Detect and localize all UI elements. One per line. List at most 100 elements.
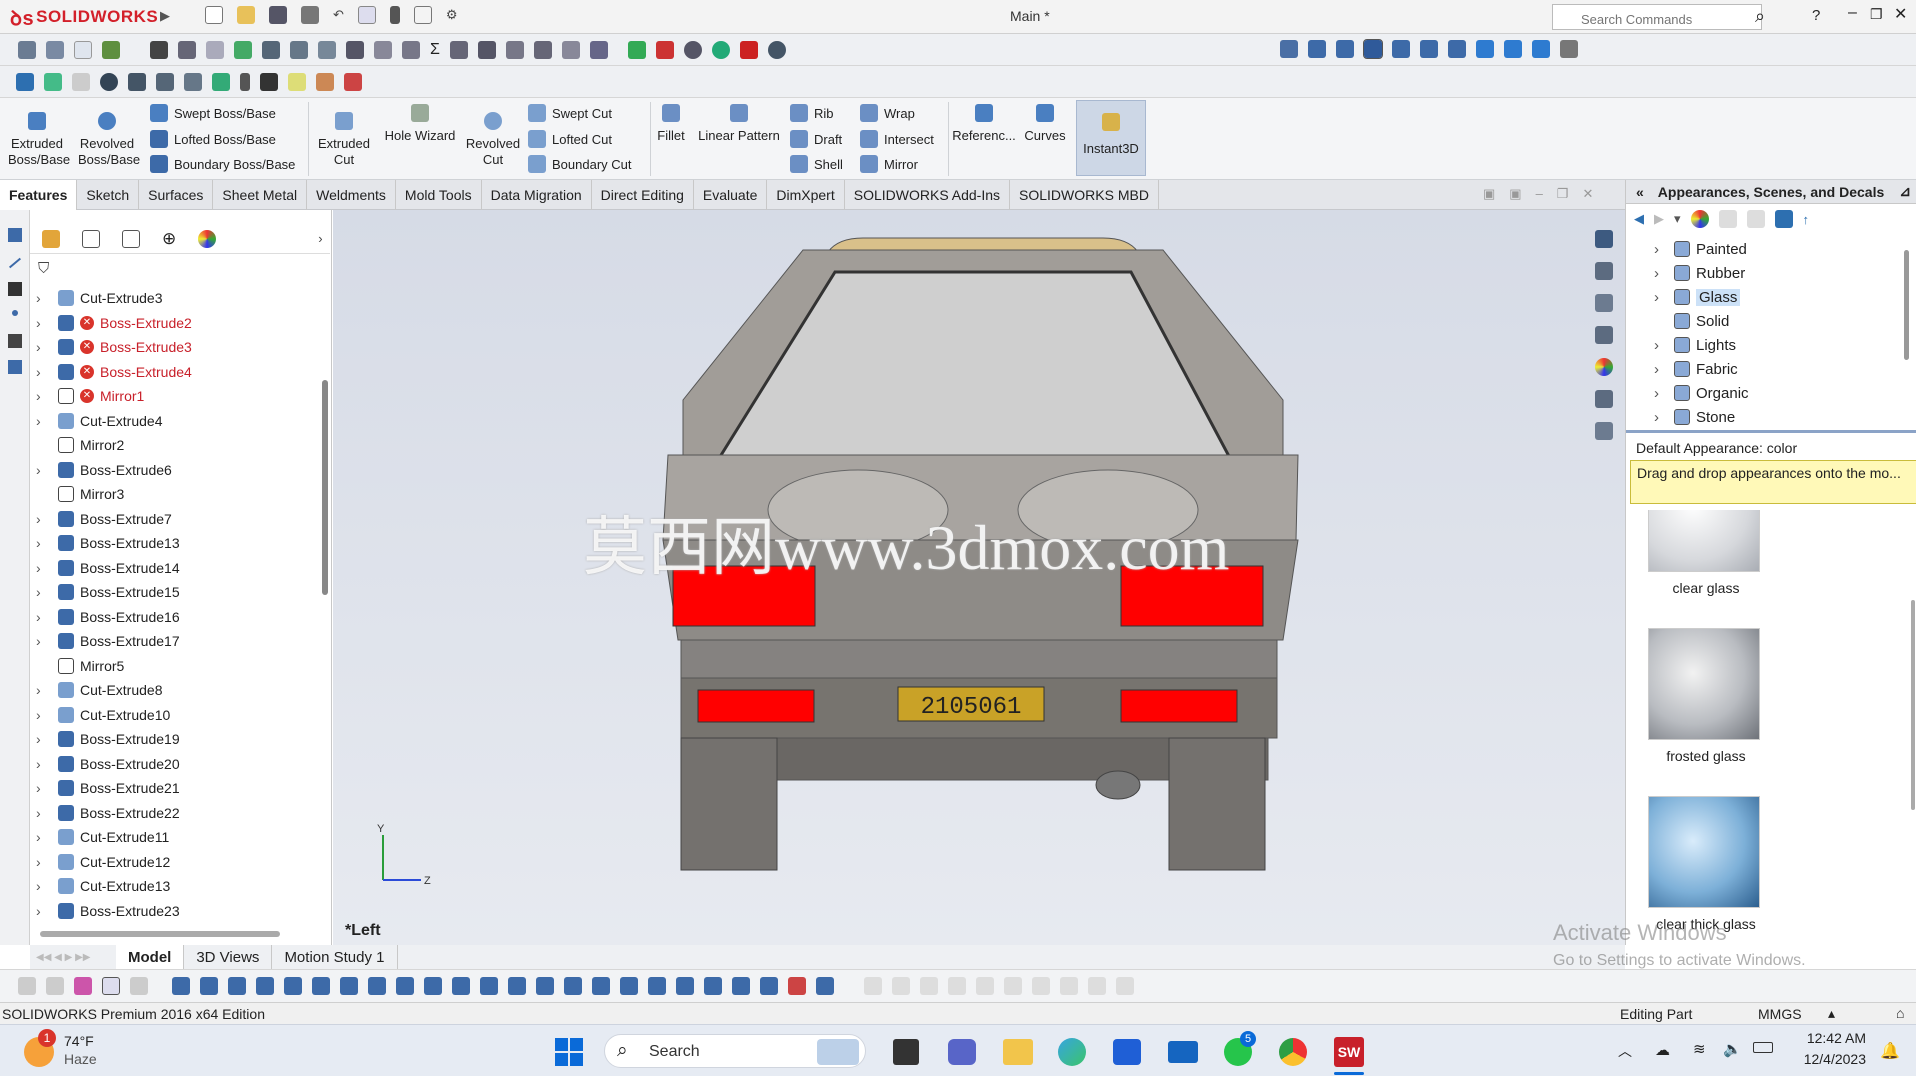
display-style-icon[interactable]: [184, 72, 202, 91]
tree-item[interactable]: Mirror2: [30, 433, 124, 457]
expand-chevron-icon[interactable]: ›: [36, 756, 50, 772]
previous-view-icon[interactable]: [72, 72, 90, 91]
construction-tool-icon[interactable]: [816, 977, 834, 995]
fillet-button[interactable]: Fillet: [654, 104, 688, 144]
tab-direct-editing[interactable]: Direct Editing: [592, 179, 694, 210]
appearance-palette-icon[interactable]: [1690, 210, 1709, 228]
hide-show-icon[interactable]: [212, 72, 230, 91]
circle-tool-icon[interactable]: [256, 977, 274, 995]
appearance-folder[interactable]: › Lights: [1626, 334, 1886, 356]
isometric-view-icon[interactable]: [1476, 40, 1494, 58]
chrome-icon[interactable]: [1279, 1038, 1307, 1066]
back-icon[interactable]: ◀: [1634, 211, 1644, 227]
select-tool-icon[interactable]: [74, 40, 92, 59]
menu-arrow-icon[interactable]: ▶: [160, 8, 170, 24]
top-view-icon[interactable]: [1420, 40, 1438, 58]
expand-chevron-icon[interactable]: ›: [36, 829, 50, 845]
filter-icon[interactable]: ⛉: [38, 260, 49, 277]
swept-boss-button[interactable]: Swept Boss/Base: [150, 104, 276, 122]
appearance-folder[interactable]: Solid: [1626, 310, 1886, 332]
curves-button[interactable]: Curves: [1020, 104, 1070, 144]
interference-icon[interactable]: [346, 40, 364, 59]
expand-chevron-icon[interactable]: ›: [36, 633, 50, 649]
tab-features[interactable]: Features: [0, 179, 78, 210]
spline-tool-icon[interactable]: [312, 977, 330, 995]
mass-icon[interactable]: [290, 40, 308, 59]
undo-icon[interactable]: ↶: [333, 7, 344, 23]
verify-icon[interactable]: [711, 40, 730, 59]
mirror-button[interactable]: Mirror: [860, 155, 918, 173]
section-icon[interactable]: [318, 40, 336, 59]
tab-solidworks-mbd[interactable]: SOLIDWORKS MBD: [1010, 179, 1159, 210]
apply-scene-icon[interactable]: [260, 72, 278, 91]
linear-pattern-button[interactable]: Linear Pattern: [692, 104, 786, 144]
triad-icon[interactable]: [8, 282, 22, 296]
folder-chevron-icon[interactable]: ›: [1654, 385, 1668, 402]
tree-item[interactable]: Mirror3: [30, 482, 124, 506]
folder-chevron-icon[interactable]: ›: [1654, 289, 1668, 306]
draft-button[interactable]: Draft: [790, 130, 842, 148]
rotate-tool-icon[interactable]: [564, 977, 582, 995]
move-icon[interactable]: [8, 334, 22, 348]
revolved-boss-button[interactable]: Revolved Boss/Base: [78, 112, 140, 168]
tree-item[interactable]: › Cut-Extrude13: [30, 874, 170, 898]
solidworks-logo[interactable]: ꝺs SOLIDWORKS: [10, 4, 158, 30]
battery-icon[interactable]: [1753, 1042, 1773, 1053]
folder-chevron-icon[interactable]: ›: [1654, 241, 1668, 258]
tree-hscrollbar[interactable]: [40, 931, 280, 937]
search-icon[interactable]: ⌕: [1755, 6, 1765, 27]
options-gear-icon[interactable]: ⚙: [446, 7, 458, 23]
graphics-viewport[interactable]: 2105061 Y Z 莫西网www.3dmox.com *Left: [333, 210, 1625, 945]
dynamic-annotation-icon[interactable]: [128, 72, 146, 91]
tree-item[interactable]: › Cut-Extrude10: [30, 703, 170, 727]
close-button[interactable]: ✕: [1894, 4, 1907, 24]
mail-icon[interactable]: [1168, 1041, 1198, 1063]
extruded-boss-button[interactable]: Extruded Boss/Base: [8, 112, 70, 168]
clearance-icon[interactable]: [374, 40, 392, 59]
expand-chevron-icon[interactable]: ›: [36, 805, 50, 821]
folder-chevron-icon[interactable]: ›: [1654, 361, 1668, 378]
restore-button[interactable]: ❐: [1870, 6, 1883, 23]
hole-wizard-button[interactable]: Hole Wizard: [380, 104, 460, 144]
curvature-icon[interactable]: [533, 40, 552, 59]
tab-evaluate[interactable]: Evaluate: [694, 179, 768, 210]
tree-item[interactable]: › Boss-Extrude22: [30, 801, 180, 825]
tree-scrollbar[interactable]: [322, 380, 328, 595]
display-manager-tab-icon[interactable]: [198, 229, 217, 248]
expand-chevron-icon[interactable]: ›: [36, 560, 50, 576]
tree-item[interactable]: › ✕ Boss-Extrude2: [30, 311, 192, 335]
design-library-icon[interactable]: [1595, 262, 1613, 280]
tree-item[interactable]: › ✕ Mirror1: [30, 384, 144, 408]
dimetric-view-icon[interactable]: [1532, 40, 1550, 58]
sketch-line-icon[interactable]: [8, 257, 22, 269]
tree-item[interactable]: › Boss-Extrude20: [30, 752, 180, 776]
onedrive-icon[interactable]: ☁: [1655, 1041, 1670, 1059]
tray-chevron-icon[interactable]: ︿: [1618, 1041, 1632, 1061]
front-view-icon[interactable]: [1308, 40, 1326, 58]
swatch-thumbnail[interactable]: [1648, 628, 1760, 740]
revolved-cut-button[interactable]: Revolved Cut: [462, 112, 524, 168]
right-view-icon[interactable]: [1392, 40, 1410, 58]
filter-edges-icon[interactable]: [46, 977, 64, 995]
plane-tool-icon[interactable]: [760, 977, 778, 995]
swept-cut-button[interactable]: Swept Cut: [528, 104, 612, 122]
undercut-icon[interactable]: [589, 40, 608, 59]
tree-item[interactable]: › Cut-Extrude11: [30, 825, 169, 849]
hole-icon[interactable]: [402, 40, 420, 59]
tree-item[interactable]: › Boss-Extrude14: [30, 556, 180, 580]
expand-chevron-icon[interactable]: ›: [36, 315, 50, 331]
bottom-tab-motion-study-1[interactable]: Motion Study 1: [272, 945, 398, 969]
bottom-tab-3d-views[interactable]: 3D Views: [184, 945, 273, 969]
volume-icon[interactable]: 🔈: [1723, 1040, 1742, 1058]
expand-chevron-icon[interactable]: ›: [36, 682, 50, 698]
rib-button[interactable]: Rib: [790, 104, 834, 122]
help-button[interactable]: ?: [1812, 7, 1820, 24]
task-view-icon[interactable]: [893, 1039, 919, 1065]
section-view-icon[interactable]: [100, 72, 118, 91]
point-tool-icon[interactable]: [172, 977, 190, 995]
fix-tool-icon[interactable]: [704, 977, 722, 995]
print-icon[interactable]: [301, 6, 319, 24]
view-palette-icon[interactable]: [1595, 326, 1613, 344]
shadows-icon[interactable]: [344, 72, 362, 91]
view-settings-icon[interactable]: [288, 72, 306, 91]
